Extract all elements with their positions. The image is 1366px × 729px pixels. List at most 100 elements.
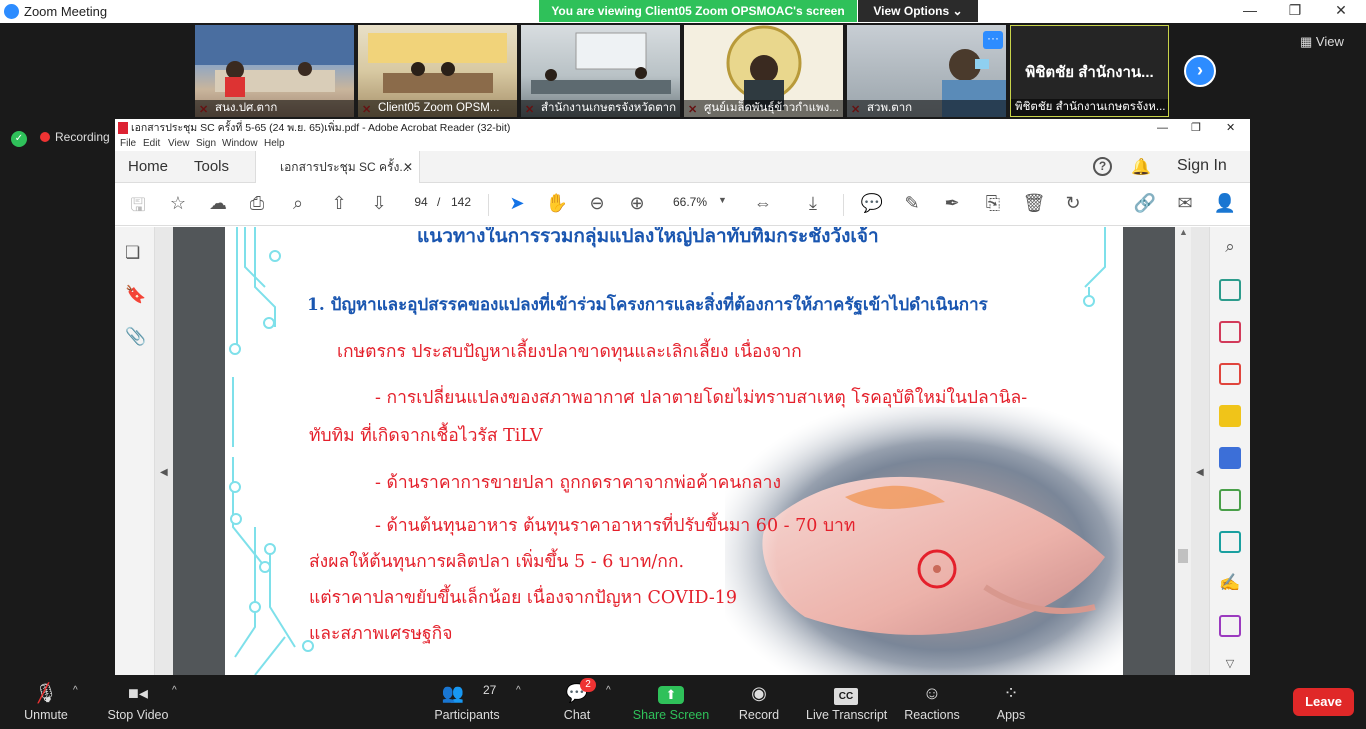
- combine-files-icon[interactable]: [1219, 447, 1241, 469]
- sign-in-button[interactable]: Sign In: [1177, 157, 1227, 175]
- close-icon[interactable]: ✕: [1331, 2, 1351, 19]
- stop-video-label: Stop Video: [107, 708, 169, 722]
- zoom-title-bar: Zoom Meeting You are viewing Client05 Zo…: [0, 0, 1366, 23]
- tab-home[interactable]: Home: [128, 158, 168, 175]
- save-icon[interactable]: 🖫: [126, 193, 150, 223]
- scrollbar-thumb[interactable]: [1178, 549, 1188, 563]
- menu-window[interactable]: Window: [222, 138, 258, 149]
- mail-icon[interactable]: ✉: [1173, 193, 1197, 214]
- fill-sign-icon[interactable]: ✍: [1219, 573, 1241, 595]
- unmute-button[interactable]: 🎙 ╱ Unmute: [16, 675, 76, 729]
- page-number-input[interactable]: 94: [410, 195, 432, 209]
- comment-tool-icon[interactable]: [1219, 405, 1241, 427]
- upload-cloud-icon[interactable]: ☁: [206, 193, 230, 214]
- page-down-icon[interactable]: ⇩: [367, 193, 391, 214]
- page-thumbnails-icon[interactable]: ❏: [125, 243, 140, 263]
- select-cursor-icon[interactable]: ➤: [505, 193, 529, 214]
- tab-tools[interactable]: Tools: [194, 158, 229, 175]
- search-icon[interactable]: ⌕: [286, 193, 310, 214]
- restore-icon[interactable]: ❐: [1191, 119, 1201, 137]
- zoom-level-select[interactable]: 66.7%: [673, 195, 707, 209]
- tab-document[interactable]: เอกสารประชุม SC ครั้ง... ✕: [255, 151, 420, 183]
- create-pdf-icon[interactable]: [1219, 363, 1241, 385]
- participant-video[interactable]: ✕ ศูนย์เมล็ดพันธุ์ข้าวกำแพง...: [684, 25, 843, 117]
- record-icon: ◉: [751, 683, 767, 703]
- stop-video-button[interactable]: ■◂ Stop Video: [103, 675, 173, 729]
- right-collapse-handle[interactable]: ◀: [1191, 227, 1209, 675]
- slide-title: แนวทางในการรวมกลุ่มแปลงใหญ่ปลาทับทิมกระช…: [417, 227, 879, 247]
- link-icon[interactable]: 🔗: [1133, 193, 1157, 214]
- recording-indicator[interactable]: Recording: [40, 130, 110, 144]
- draw-icon[interactable]: ✒: [940, 193, 964, 214]
- compress-pdf-icon[interactable]: [1219, 489, 1241, 511]
- measure-icon[interactable]: ⤓: [801, 193, 825, 214]
- comment-icon[interactable]: 💬: [860, 193, 884, 214]
- vertical-scrollbar[interactable]: ▲: [1175, 227, 1191, 675]
- help-icon[interactable]: ?: [1093, 157, 1112, 176]
- zoom-meeting-window: Zoom Meeting You are viewing Client05 Zo…: [0, 0, 1366, 729]
- stamp-icon[interactable]: ⎘: [981, 193, 1005, 214]
- chevron-down-icon[interactable]: ▼: [718, 195, 727, 205]
- acrobat-logo-icon: [118, 122, 128, 134]
- live-transcript-button[interactable]: CC Live Transcript: [806, 675, 887, 729]
- menu-file[interactable]: File: [120, 138, 136, 149]
- menu-view[interactable]: View: [168, 138, 190, 149]
- close-tab-icon[interactable]: ✕: [403, 151, 413, 183]
- page-up-icon[interactable]: ⇧: [327, 193, 351, 214]
- edit-pdf-icon[interactable]: [1219, 615, 1241, 637]
- chevron-up-icon[interactable]: ^: [606, 685, 611, 696]
- leave-button[interactable]: Leave: [1293, 688, 1354, 716]
- more-options-icon[interactable]: ···: [983, 31, 1003, 49]
- send-review-icon[interactable]: [1219, 531, 1241, 553]
- window-title: Zoom Meeting: [24, 4, 108, 19]
- attachment-icon[interactable]: 📎: [125, 327, 146, 347]
- reactions-button[interactable]: ☺ Reactions: [901, 675, 963, 729]
- chevron-up-icon[interactable]: ^: [73, 685, 78, 696]
- document-view[interactable]: แนวทางในการรวมกลุ่มแปลงใหญ่ปลาทับทิมกระช…: [173, 227, 1175, 675]
- minimize-icon[interactable]: —: [1157, 119, 1168, 137]
- apps-button[interactable]: ⁘ Apps: [990, 675, 1032, 729]
- organize-pages-icon[interactable]: [1219, 321, 1241, 343]
- close-icon[interactable]: ✕: [1226, 119, 1235, 137]
- chevron-up-icon[interactable]: ^: [516, 685, 521, 696]
- rotate-icon[interactable]: ↻: [1061, 193, 1085, 214]
- chevron-down-icon[interactable]: ▽: [1219, 657, 1241, 675]
- page-separator: /: [437, 195, 441, 209]
- participant-video[interactable]: ✕ Client05 Zoom OPSM...: [358, 25, 517, 117]
- bell-icon[interactable]: 🔔: [1131, 157, 1151, 177]
- trash-icon[interactable]: 🗑: [1022, 193, 1046, 214]
- participant-video[interactable]: ✕ สนง.ปศ.ตาก: [195, 25, 354, 117]
- record-dot-icon: [40, 132, 50, 142]
- participant-video[interactable]: ✕ สวพ.ตาก ···: [847, 25, 1006, 117]
- left-collapse-handle[interactable]: ◀: [155, 227, 173, 675]
- participant-video-off[interactable]: พิชิตชัย สำนักงาน... พิชิตชัย สำนักงานเก…: [1010, 25, 1169, 117]
- zoom-out-icon[interactable]: ⊖: [585, 193, 609, 214]
- scroll-up-icon[interactable]: ▲: [1179, 227, 1188, 237]
- view-button[interactable]: ▦ View: [1300, 34, 1344, 50]
- minimize-icon[interactable]: —: [1240, 2, 1260, 18]
- export-pdf-icon[interactable]: [1219, 279, 1241, 301]
- restore-icon[interactable]: ❐: [1285, 2, 1305, 19]
- highlight-pen-icon[interactable]: ✎: [900, 193, 924, 214]
- chevron-up-icon[interactable]: ^: [172, 685, 177, 696]
- body-line: - การเปลี่ยนแปลงของสภาพอากาศ ปลาตายโดยไม…: [375, 388, 1028, 408]
- view-options-button[interactable]: View Options ⌄: [858, 0, 978, 22]
- hand-tool-icon[interactable]: ✋: [545, 193, 569, 214]
- zoom-search-icon[interactable]: ⌕: [1219, 237, 1241, 259]
- menu-help[interactable]: Help: [264, 138, 285, 149]
- participant-video[interactable]: ✕ สำนักงานเกษตรจังหวัดตาก: [521, 25, 680, 117]
- left-panel: ❏ 🔖 📎: [115, 227, 155, 675]
- zoom-in-icon[interactable]: ⊕: [625, 193, 649, 214]
- next-page-icon[interactable]: ›: [1184, 55, 1216, 87]
- share-screen-button[interactable]: ⬆ Share Screen: [632, 675, 710, 729]
- participant-name: สำนักงานเกษตรจังหวัดตาก: [521, 100, 680, 117]
- record-button[interactable]: ◉ Record: [734, 675, 784, 729]
- star-icon[interactable]: ☆: [166, 193, 190, 214]
- bookmark-icon[interactable]: 🔖: [125, 285, 146, 305]
- shield-icon[interactable]: ✓: [11, 131, 27, 147]
- print-icon[interactable]: ⎙: [245, 193, 269, 214]
- menu-sign[interactable]: Sign: [196, 138, 216, 149]
- share-user-icon[interactable]: 👤: [1213, 193, 1237, 214]
- menu-edit[interactable]: Edit: [143, 138, 160, 149]
- fit-page-icon[interactable]: ⇔: [751, 193, 775, 214]
